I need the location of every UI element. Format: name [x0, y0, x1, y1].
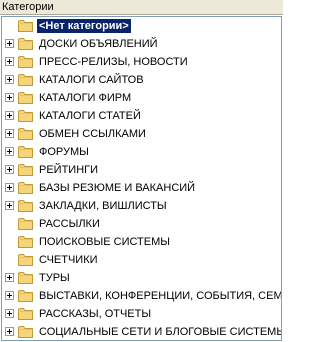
- plus-box-icon[interactable]: [5, 291, 14, 300]
- tree-item-label: РЕЙТИНГИ: [39, 164, 99, 176]
- category-tree[interactable]: <Нет категории> ДОСКИ ОБЪЯВЛЕНИЙ ПРЕСС-РЕЛ…: [1, 16, 282, 341]
- tree-item-label: ПРЕСС-РЕЛИЗЫ, НОВОСТИ: [39, 56, 188, 68]
- folder-icon: [18, 145, 34, 159]
- tree-item[interactable]: ЗАКЛАДКИ, ВИШЛИСТЫ: [2, 197, 281, 215]
- tree-item[interactable]: РАССКАЗЫ, ОТЧЕТЫ: [2, 305, 281, 323]
- folder-icon: [18, 55, 34, 69]
- folder-icon: [18, 235, 34, 249]
- plus-box-icon[interactable]: [5, 93, 14, 102]
- tree-item[interactable]: РЕЙТИНГИ: [2, 161, 281, 179]
- tree-item[interactable]: ТУРЫ: [2, 269, 281, 287]
- tree-item[interactable]: РАССЫЛКИ: [2, 215, 281, 233]
- tree-item[interactable]: <Нет категории>: [2, 17, 281, 35]
- tree-item-label: РАССКАЗЫ, ОТЧЕТЫ: [39, 308, 152, 320]
- folder-icon: [18, 127, 34, 141]
- tree-item-label: ПОИСКОВЫЕ СИСТЕМЫ: [39, 236, 171, 248]
- tree-item-label: <Нет категории>: [37, 19, 131, 33]
- tree-item-label: ОБМЕН ССЫЛКАМИ: [39, 128, 146, 140]
- categories-panel: Категории <Нет категории> ДОСКИ ОБЪЯВЛЕНИ…: [0, 0, 283, 342]
- plus-box-icon[interactable]: [5, 147, 14, 156]
- folder-icon: [18, 91, 34, 105]
- folder-icon: [18, 325, 34, 339]
- plus-box-icon[interactable]: [5, 57, 14, 66]
- folder-icon: [18, 181, 34, 195]
- folder-icon: [18, 217, 34, 231]
- tree-item[interactable]: ДОСКИ ОБЪЯВЛЕНИЙ: [2, 35, 281, 53]
- plus-box-icon[interactable]: [5, 129, 14, 138]
- tree-item-label: СЧЕТЧИКИ: [39, 254, 98, 266]
- folder-icon: [18, 163, 34, 177]
- tree-item-label: СОЦИАЛЬНЫЕ СЕТИ И БЛОГОВЫЕ СИСТЕМЫ: [39, 326, 282, 338]
- tree-item[interactable]: ПОИСКОВЫЕ СИСТЕМЫ: [2, 233, 281, 251]
- plus-box-icon[interactable]: [5, 111, 14, 120]
- tree-item[interactable]: СОЦИАЛЬНЫЕ СЕТИ И БЛОГОВЫЕ СИСТЕМЫ: [2, 323, 282, 340]
- tree-item-label: КАТАЛОГИ САЙТОВ: [39, 74, 144, 86]
- folder-icon: [18, 253, 34, 267]
- tree-item-label: ЗАКЛАДКИ, ВИШЛИСТЫ: [39, 200, 167, 212]
- tree-item-label: КАТАЛОГИ ФИРМ: [39, 92, 132, 104]
- plus-box-icon[interactable]: [5, 309, 14, 318]
- plus-box-icon[interactable]: [5, 273, 14, 282]
- plus-box-icon[interactable]: [5, 39, 14, 48]
- folder-icon: [18, 19, 34, 33]
- tree-item-label: ДОСКИ ОБЪЯВЛЕНИЙ: [39, 38, 158, 50]
- tree-item[interactable]: КАТАЛОГИ ФИРМ: [2, 89, 281, 107]
- tree-item-label: ТУРЫ: [39, 272, 70, 284]
- tree-item[interactable]: ВЫСТАВКИ, КОНФЕРЕНЦИИ, СОБЫТИЯ, СЕМ: [2, 287, 282, 305]
- folder-icon: [18, 199, 34, 213]
- tree-item[interactable]: ОБМЕН ССЫЛКАМИ: [2, 125, 281, 143]
- tree-item-label: БАЗЫ РЕЗЮМЕ И ВАКАНСИЙ: [39, 182, 196, 194]
- tree-item[interactable]: КАТАЛОГИ САЙТОВ: [2, 71, 281, 89]
- plus-box-icon[interactable]: [5, 327, 14, 336]
- folder-icon: [18, 37, 34, 51]
- tree-item[interactable]: ПРЕСС-РЕЛИЗЫ, НОВОСТИ: [2, 53, 281, 71]
- folder-icon: [18, 109, 34, 123]
- plus-box-icon[interactable]: [5, 75, 14, 84]
- plus-box-icon[interactable]: [5, 183, 14, 192]
- tree-item-label: ФОРУМЫ: [39, 146, 89, 158]
- folder-icon: [18, 271, 34, 285]
- tree-item[interactable]: ФОРУМЫ: [2, 143, 281, 161]
- tree-item[interactable]: СЧЕТЧИКИ: [2, 251, 281, 269]
- tree-item-label: ВЫСТАВКИ, КОНФЕРЕНЦИИ, СОБЫТИЯ, СЕМ: [39, 290, 282, 302]
- tree-item[interactable]: КАТАЛОГИ СТАТЕЙ: [2, 107, 281, 125]
- folder-icon: [18, 73, 34, 87]
- plus-box-icon[interactable]: [5, 165, 14, 174]
- tree-item-label: РАССЫЛКИ: [39, 218, 100, 230]
- folder-icon: [18, 289, 34, 303]
- tree-item[interactable]: БАЗЫ РЕЗЮМЕ И ВАКАНСИЙ: [2, 179, 281, 197]
- panel-title: Категории: [0, 0, 283, 15]
- folder-icon: [18, 307, 34, 321]
- plus-box-icon[interactable]: [5, 201, 14, 210]
- tree-item-label: КАТАЛОГИ СТАТЕЙ: [39, 110, 141, 122]
